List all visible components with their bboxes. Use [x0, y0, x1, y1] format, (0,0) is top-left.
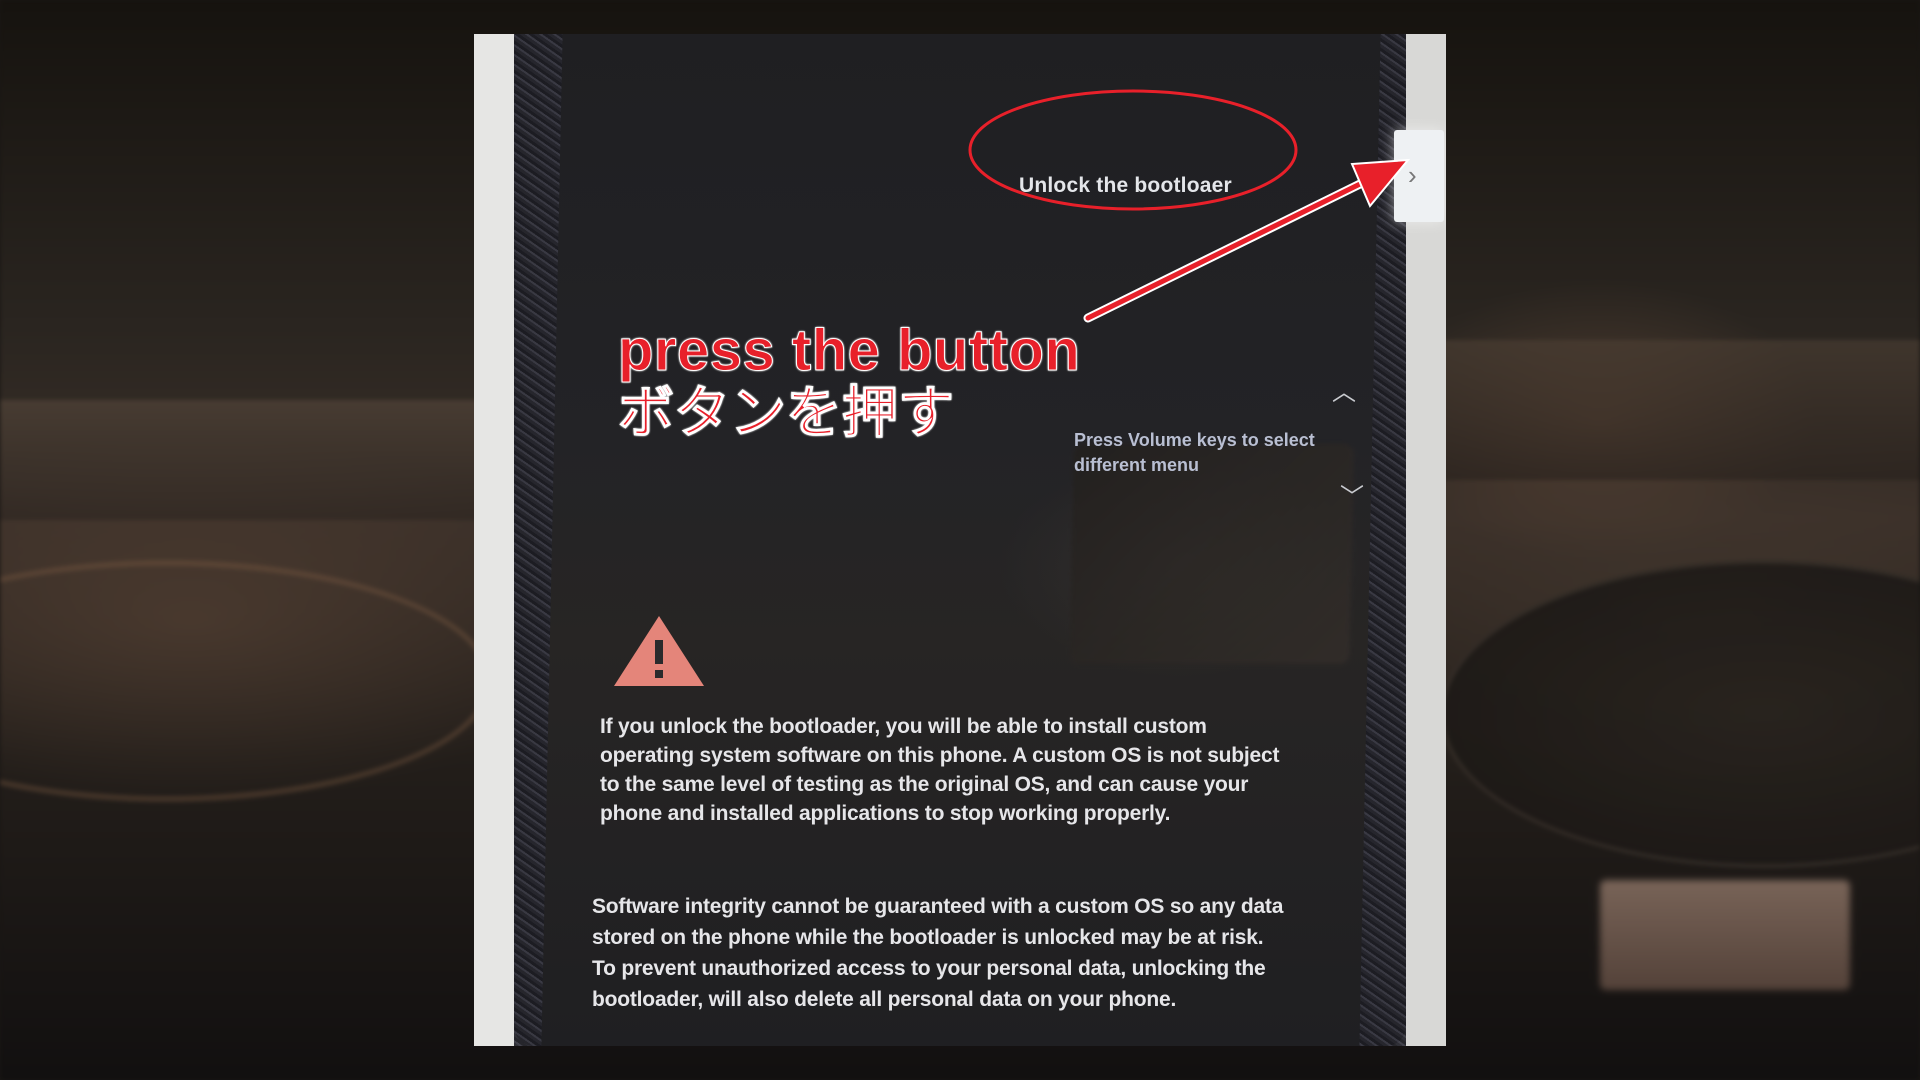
- warning-paragraph-1: If you unlock the bootloader, you will b…: [600, 712, 1280, 828]
- turntable-platter: [0, 560, 492, 802]
- unlock-bootloader-option[interactable]: Unlock the bootloaer: [1019, 174, 1232, 198]
- annotation-label: press the button ボタンを押す: [617, 318, 1081, 444]
- warning-line: To prevent unauthorized access to your p…: [592, 957, 1266, 980]
- annotation-english: press the button: [617, 318, 1081, 383]
- warning-line: operating system software on this phone.…: [600, 744, 1280, 767]
- warning-triangle-icon: [614, 616, 704, 686]
- background-shape: [0, 400, 480, 520]
- warning-line: phone and installed applications to stop…: [600, 802, 1171, 825]
- turntable-knob: [1600, 880, 1850, 990]
- warning-line: If you unlock the bootloader, you will b…: [600, 715, 1207, 738]
- warning-line: Software integrity cannot be guaranteed …: [592, 895, 1284, 918]
- warning-paragraph-2: Software integrity cannot be guaranteed …: [592, 891, 1283, 1015]
- annotation-japanese: ボタンを押す: [617, 381, 954, 444]
- warning-line: stored on the phone while the bootloader…: [592, 926, 1264, 949]
- phone-photo: › Unlock the bootloaer ︿ Press Volume ke…: [474, 34, 1446, 1046]
- chevron-down-icon: ﹀: [1340, 484, 1364, 511]
- warning-line: to the same level of testing as the orig…: [600, 773, 1249, 796]
- power-button[interactable]: [1394, 130, 1444, 222]
- volume-hint: Press Volume keys to select different me…: [1074, 430, 1315, 475]
- chevron-up-icon: ︿: [1332, 379, 1356, 406]
- chevron-right-icon: ›: [1408, 160, 1417, 190]
- turntable-platter: [1440, 560, 1920, 868]
- background-shape: [1440, 340, 1920, 480]
- warning-line: bootloader, will also delete all persona…: [592, 988, 1177, 1011]
